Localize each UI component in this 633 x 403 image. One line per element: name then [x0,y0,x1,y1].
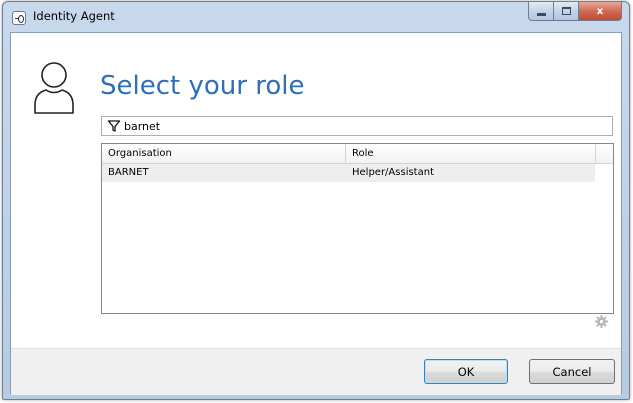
gear-icon[interactable] [594,314,609,329]
filter-input[interactable] [124,117,604,135]
dialog-content: Select your role Organisation Role BARNE… [10,32,622,395]
maximize-button[interactable] [554,2,579,21]
window-title: Identity Agent [33,9,115,23]
user-avatar-icon [34,62,74,114]
filter-box[interactable] [101,116,613,136]
minimize-icon [536,12,546,16]
filter-funnel-icon [107,120,121,132]
window-controls: x [528,2,622,21]
dialog-footer: OK Cancel [11,348,621,395]
minimize-button[interactable] [528,2,554,21]
page-title: Select your role [100,71,305,101]
table-row[interactable]: BARNET Helper/Assistant [102,164,595,182]
column-header-role[interactable]: Role [346,144,596,164]
ok-button[interactable]: OK [424,359,508,384]
column-header-organisation[interactable]: Organisation [102,144,346,164]
maximize-icon [561,7,571,15]
app-icon [12,11,26,25]
close-icon: x [596,5,604,17]
cell-role: Helper/Assistant [352,167,434,178]
title-bar[interactable]: Identity Agent x [3,2,629,32]
identity-agent-window: Identity Agent x Select your role barnet… [2,1,630,400]
cell-organisation: BARNET [108,167,149,178]
column-header-filler [596,144,613,164]
role-grid[interactable]: Organisation Role BARNET Helper/Assistan… [101,143,614,314]
cancel-button[interactable]: Cancel [529,359,615,384]
grid-header: Organisation Role [102,144,613,164]
close-button[interactable]: x [579,2,622,21]
